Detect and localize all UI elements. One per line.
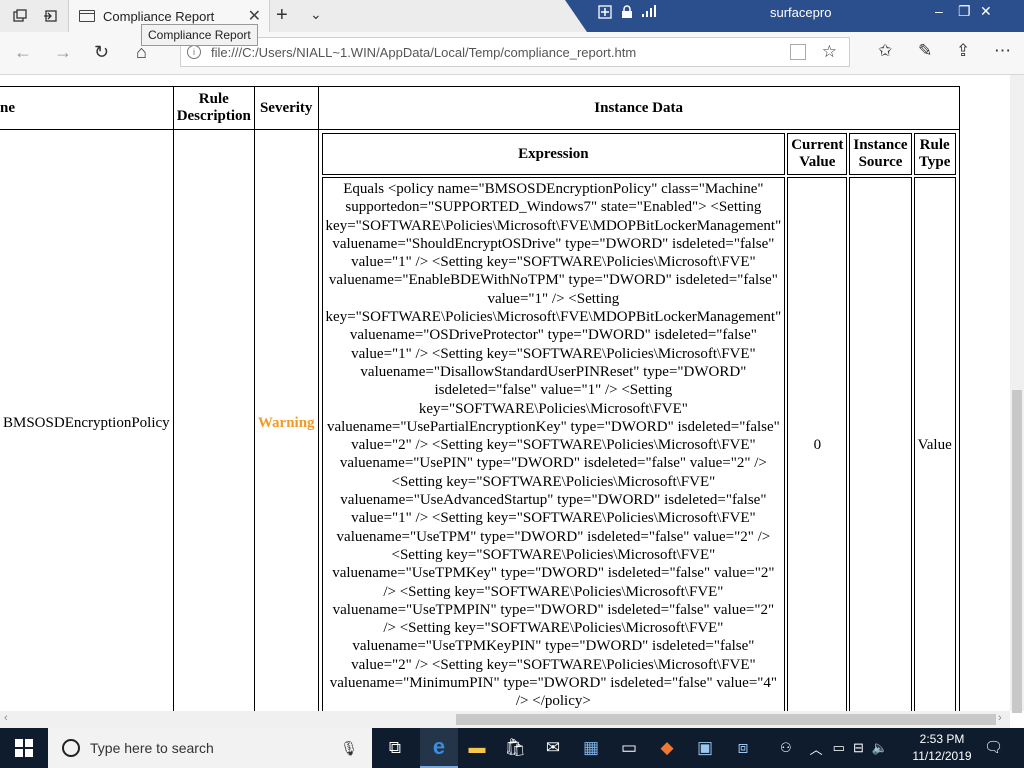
instance-source-cell [849,177,912,711]
vertical-scroll-thumb[interactable] [1012,390,1022,713]
tab-tooltip: Compliance Report [141,24,258,46]
rule-description-cell [172,129,255,711]
remote-host-name: surfacepro [770,5,832,20]
rule-name-cell: BMSOSDEncryptionPolicy [0,129,174,711]
horizontal-scroll-thumb[interactable] [456,714,996,725]
remote-desktop-icon[interactable]: ▣ [686,728,724,768]
taskbar: Type here to search 🎙 ⧉ e ▬ 🛍 ✉ ▦ ▭ ◆ ▣ … [0,728,1024,768]
compliance-table: ne Rule Description Severity Instance Da… [0,86,960,711]
store-icon[interactable]: 🛍 [496,728,534,768]
vertical-scrollbar[interactable] [1010,75,1024,713]
scroll-right-icon[interactable]: › [998,712,1002,724]
instance-data-table: Expression Current Value Instance Source… [320,131,958,711]
chevron-down-icon[interactable]: ⌄ [310,6,322,23]
microphone-icon[interactable]: 🎙 [340,740,358,757]
current-value-header: Current Value [787,133,848,175]
network-app-icon[interactable]: ⧈ [724,728,762,768]
horizontal-scrollbar[interactable]: ‹ › [0,711,1010,728]
pin-icon[interactable] [598,4,612,22]
favorite-star-icon[interactable]: ☆ [822,42,837,62]
search-placeholder: Type here to search [90,740,214,756]
task-view-icon[interactable]: ⧉ [376,728,414,768]
close-tab-icon[interactable]: ✕ [248,6,261,26]
start-button[interactable] [0,728,48,768]
reading-view-icon[interactable] [789,44,806,60]
minimize-icon[interactable]: – [935,3,943,19]
page-content: ne Rule Description Severity Instance Da… [0,75,1010,711]
tab-title: Compliance Report [103,8,215,24]
page-icon [79,10,95,22]
header-row: ne Rule Description Severity Instance Da… [0,86,960,130]
set-tabs-aside-icon[interactable] [36,4,64,28]
severity-cell: Warning [253,129,319,711]
rule-type-cell: Value [913,177,956,711]
instance-source-header: Instance Source [849,133,912,175]
file-explorer-icon[interactable]: ▬ [458,728,496,768]
command-prompt-icon[interactable]: ▭ [610,728,648,768]
rule-name-header: ne [0,86,174,130]
table-row: BMSOSDEncryptionPolicy Warning Expressio… [0,129,960,711]
severity-header: Severity [253,86,319,130]
expression-cell: Equals <policy name="BMSOSDEncryptionPol… [321,177,786,711]
people-icon[interactable]: ⚇ [780,740,792,756]
network-icon[interactable]: ⊟ [853,740,864,756]
instance-data-cell: Expression Current Value Instance Source… [317,129,960,711]
address-bar[interactable]: i file:///C:/Users/NIALL~1.WIN/AppData/L… [180,37,850,67]
rule-name-header-text: ne [0,99,15,116]
info-icon[interactable]: i [187,45,201,59]
signal-icon [642,4,656,22]
forward-icon[interactable]: → [54,42,72,63]
instance-row: Equals <policy name="BMSOSDEncryptionPol… [321,177,956,711]
rule-description-header: Rule Description [172,86,255,130]
current-value-cell: 0 [787,177,848,711]
notes-pen-icon[interactable]: ✎ [918,41,932,61]
refresh-icon[interactable]: ↻ [94,42,109,63]
tab-manager-icon[interactable] [6,4,34,28]
instance-data-header: Instance Data [317,86,960,130]
rule-type-header: Rule Type [913,133,956,175]
mail-icon[interactable]: ✉ [534,728,572,768]
share-icon[interactable]: ⇪ [956,41,970,61]
git-app-icon[interactable]: ◆ [648,728,686,768]
taskbar-clock[interactable]: 2:53 PM 11/12/2019 [908,731,976,765]
url-text[interactable]: file:///C:/Users/NIALL~1.WIN/AppData/Loc… [211,45,790,60]
expression-header: Expression [321,133,786,175]
favorites-hub-icon[interactable]: ✩ [878,41,892,61]
back-icon[interactable]: ← [14,42,32,63]
clock-time: 2:53 PM [919,732,965,746]
new-tab-button[interactable]: + [276,4,288,27]
more-menu-icon[interactable]: ⋯ [994,41,1011,61]
chevron-up-icon[interactable]: ︿ [810,739,823,758]
notifications-icon[interactable]: 🗨 [984,738,1003,756]
battery-icon[interactable]: ▭ [833,740,845,756]
windows-icon [15,739,33,757]
restore-icon[interactable]: ❐ [958,3,971,20]
taskbar-search[interactable]: Type here to search 🎙 [48,728,372,768]
remote-connection-bar: surfacepro – ❐ ✕ [592,0,1019,26]
instance-header-row: Expression Current Value Instance Source… [321,133,956,175]
clock-date: 11/12/2019 [912,749,972,763]
edge-app-icon[interactable]: e [420,728,458,768]
scroll-left-icon[interactable]: ‹ [4,712,8,724]
volume-icon[interactable]: 🔈 [872,740,888,756]
lock-icon [621,4,633,22]
configuration-manager-icon[interactable]: ▦ [572,728,610,768]
system-tray: ⚇ ︿ ▭ ⊟ 🔈 [780,728,888,768]
close-icon[interactable]: ✕ [980,3,992,20]
cortana-icon [62,739,80,757]
